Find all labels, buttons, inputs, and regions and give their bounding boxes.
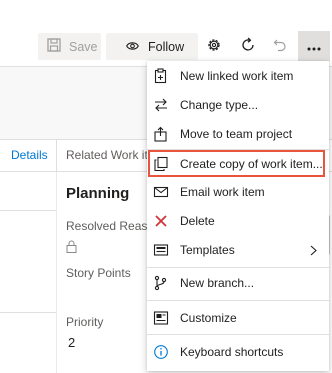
branch-icon <box>153 275 169 291</box>
save-button[interactable]: Save <box>38 33 101 60</box>
story-points-label: Story Points <box>66 266 131 280</box>
undo-icon <box>273 38 287 55</box>
save-icon <box>47 38 61 55</box>
clipboard-link-icon <box>153 68 169 84</box>
priority-value[interactable]: 2 <box>68 335 75 350</box>
info-icon <box>153 344 169 360</box>
menu-item-new-branch[interactable]: New branch... <box>147 269 329 297</box>
menu-item-create-copy[interactable]: Create copy of work item... <box>147 150 329 178</box>
menu-divider <box>147 300 329 301</box>
lock-icon <box>66 240 77 256</box>
follow-button[interactable]: Follow <box>106 33 198 60</box>
menu-item-label: Customize <box>180 311 237 325</box>
section-title: Planning <box>66 185 130 202</box>
tab-related-work[interactable]: Related Work it <box>66 148 148 162</box>
more-icon <box>307 40 321 54</box>
clipboard-move-icon <box>153 126 169 142</box>
menu-divider <box>147 267 329 268</box>
arrows-swap-icon <box>153 97 169 113</box>
menu-item-label: Delete <box>180 214 215 228</box>
gear-icon <box>206 37 222 56</box>
menu-item-label: Templates <box>180 243 235 257</box>
menu-item-label: New linked work item <box>180 69 294 83</box>
menu-item-email-work-item[interactable]: Email work item <box>147 178 329 206</box>
left-column-divider <box>0 210 56 211</box>
menu-item-customize[interactable]: Customize <box>147 304 329 332</box>
refresh-icon <box>240 37 256 56</box>
menu-item-label: Move to team project <box>180 127 293 141</box>
resolved-reason-label: Resolved Reaso <box>66 219 155 233</box>
undo-button[interactable] <box>265 33 295 60</box>
refresh-button[interactable] <box>233 33 263 60</box>
menu-item-label: New branch... <box>180 276 255 290</box>
mail-icon <box>153 184 169 200</box>
menu-item-keyboard-shortcuts[interactable]: Keyboard shortcuts <box>147 338 329 366</box>
menu-item-change-type[interactable]: Change type... <box>147 91 329 119</box>
menu-item-templates[interactable]: Templates <box>147 236 329 264</box>
priority-label: Priority <box>66 315 104 329</box>
left-column-divider <box>0 312 56 313</box>
customize-icon <box>153 310 169 326</box>
more-actions-menu: New linked work item Change type... Move… <box>147 61 329 371</box>
toolbar: Save Follow <box>0 0 332 64</box>
copy-icon <box>153 156 169 172</box>
delete-x-icon <box>153 213 169 229</box>
menu-item-label: Keyboard shortcuts <box>180 345 284 359</box>
settings-button[interactable] <box>199 33 229 60</box>
template-icon <box>153 242 169 258</box>
tab-details[interactable]: Details <box>11 148 48 162</box>
menu-item-label: Email work item <box>180 185 265 199</box>
eye-icon <box>126 40 139 54</box>
more-actions-button[interactable] <box>298 31 330 62</box>
follow-button-label: Follow <box>148 39 185 54</box>
tab-divider <box>56 140 57 172</box>
menu-item-new-linked-work-item[interactable]: New linked work item <box>147 62 329 90</box>
menu-item-move-to-team-project[interactable]: Move to team project <box>147 120 329 148</box>
menu-divider <box>147 334 329 335</box>
menu-item-label: Change type... <box>180 98 259 112</box>
menu-item-label: Create copy of work item... <box>180 157 323 171</box>
column-divider <box>56 172 57 373</box>
menu-item-delete[interactable]: Delete <box>147 207 329 235</box>
chevron-right-icon <box>310 245 317 259</box>
save-button-label: Save <box>69 39 98 54</box>
